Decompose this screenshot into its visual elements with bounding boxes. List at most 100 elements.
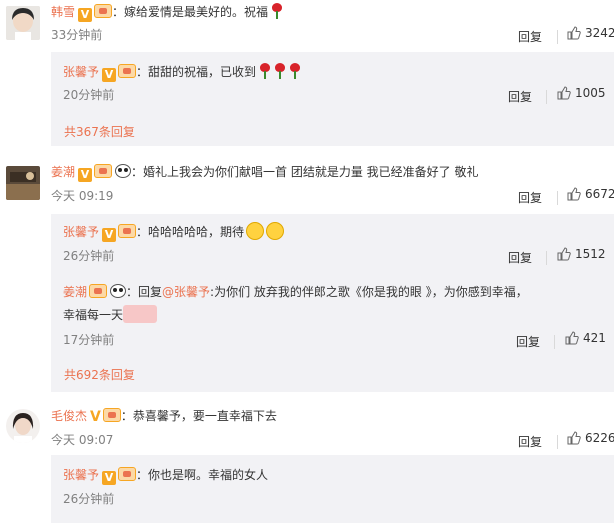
- username-link[interactable]: 姜潮: [51, 165, 75, 179]
- subreply-text: ：哈哈哈哈哈，期待: [136, 225, 245, 239]
- verified-v-icon: V: [78, 168, 93, 182]
- reply-button[interactable]: 回复: [516, 333, 540, 350]
- divider: [554, 335, 555, 349]
- more-replies-link[interactable]: 共367条回复: [64, 123, 135, 140]
- member-crown-icon: [118, 467, 137, 481]
- like-count: 6672: [585, 187, 614, 201]
- comment-text: ：婚礼上我会为你们献唱一首 团结就是力量 我已经准备好了 敬礼: [131, 165, 479, 179]
- like-button[interactable]: 3242: [567, 26, 614, 40]
- subreply-time: 26分钟前: [63, 249, 115, 263]
- verified-v-icon: V: [102, 471, 117, 485]
- like-button[interactable]: 1005: [557, 86, 606, 100]
- panda-icon: [110, 284, 127, 298]
- like-button[interactable]: 6672: [567, 187, 614, 201]
- member-crown-icon: [118, 224, 137, 238]
- divider: [546, 251, 547, 265]
- subreply-text-continued: 幸福每一天: [63, 308, 124, 322]
- subreply-box: 张馨予 V ：甜甜的祝福，已收到 20分钟前 回复 1005 共367条回复: [51, 52, 614, 146]
- subreply-text-line: 张馨予 V ：甜甜的祝福，已收到: [63, 62, 301, 82]
- comment-item: 毛俊杰 V ：恭喜馨予，要一直幸福下去 今天 09:07 回复 6226 张馨予 V：…: [0, 405, 614, 523]
- rose-emoji-icon: [259, 63, 271, 79]
- smile-emoji-icon: [246, 222, 265, 240]
- subreply-text-line: 张馨予 V ：你也是啊。幸福的女人: [63, 465, 268, 485]
- avatar-image: [6, 409, 40, 443]
- member-crown-icon: [94, 4, 113, 18]
- subreply-text: :为你们 放弃我的伴郎之歌《你是我的眼 》，为你感到幸福，: [210, 285, 528, 299]
- reply-button[interactable]: 回复: [508, 88, 532, 105]
- thumbs-up-icon: [567, 187, 581, 201]
- divider: [557, 30, 558, 44]
- reply-button[interactable]: 回复: [518, 28, 542, 45]
- subreply-prefix: ：回复: [126, 285, 163, 299]
- like-count: 1005: [575, 86, 606, 100]
- comment-text: ：恭喜馨予，要一直幸福下去: [120, 409, 277, 423]
- like-button[interactable]: 421: [565, 331, 606, 345]
- member-crown-icon: [118, 64, 137, 78]
- avatar[interactable]: [6, 409, 40, 443]
- comment-item: 韩雪 V ：嫁给爱情是最美好的。祝福 33分钟前 回复 3242 张馨予 V ：甜甜的祝…: [0, 0, 614, 150]
- like-button[interactable]: 1512: [557, 247, 606, 261]
- subreply-text: ：甜甜的祝福，已收到: [136, 65, 257, 79]
- subreply-text-line: 张馨予 V ：哈哈哈哈哈，期待: [63, 222, 285, 242]
- subreply-time: 20分钟前: [63, 88, 115, 102]
- subreply-time: 26分钟前: [63, 492, 115, 506]
- username-link[interactable]: 姜潮: [63, 285, 87, 299]
- comment-time: 今天 09:19: [51, 189, 114, 203]
- username-link[interactable]: 毛俊杰: [51, 409, 87, 423]
- avatar-image: [6, 166, 40, 200]
- comment-item: 姜潮 V ：婚礼上我会为你们献唱一首 团结就是力量 我已经准备好了 敬礼 今天 09…: [0, 160, 614, 396]
- more-replies-link[interactable]: 共692条回复: [64, 366, 135, 383]
- like-count: 1512: [575, 247, 606, 261]
- rose-emoji-icon: [289, 63, 301, 79]
- member-crown-icon: [89, 284, 108, 298]
- reply-button[interactable]: 回复: [518, 189, 542, 206]
- like-button[interactable]: 6226: [567, 431, 614, 445]
- reply-button[interactable]: 回复: [508, 249, 532, 266]
- thumbs-up-icon: [567, 431, 581, 445]
- avatar-image: [6, 6, 40, 40]
- thumbs-up-icon: [557, 86, 571, 100]
- rose-emoji-icon: [274, 63, 286, 79]
- subreply-item: 张馨予 V ：哈哈哈哈哈，期待 26分钟前 回复 1512: [51, 214, 614, 272]
- divider: [557, 435, 558, 449]
- verified-v-icon: V: [78, 8, 93, 22]
- member-crown-icon: [102, 408, 121, 422]
- panda-icon: [115, 164, 132, 178]
- avatar[interactable]: [6, 166, 40, 200]
- reply-button[interactable]: 回复: [518, 433, 542, 450]
- divider: [546, 90, 547, 104]
- username-link[interactable]: 韩雪: [51, 5, 75, 19]
- username-link[interactable]: 张馨予: [63, 468, 99, 482]
- subreply-item: 张馨予 V ：甜甜的祝福，已收到 20分钟前 回复 1005: [51, 52, 614, 112]
- subreply-box: 张馨予 V ：你也是啊。幸福的女人 26分钟前: [51, 455, 614, 523]
- thumbs-up-icon: [567, 26, 581, 40]
- comment-time: 33分钟前: [51, 28, 103, 42]
- like-count: 421: [583, 331, 606, 345]
- verified-v-icon: V: [102, 228, 117, 242]
- username-link[interactable]: 张馨予: [63, 225, 99, 239]
- rose-emoji-icon: [271, 3, 283, 19]
- username-link[interactable]: 张馨予: [63, 65, 99, 79]
- mention-link[interactable]: @张馨予: [162, 285, 210, 299]
- verified-v-icon: V: [102, 68, 117, 82]
- comment-time: 今天 09:07: [51, 433, 114, 447]
- comment-text-line: 姜潮 V ：婚礼上我会为你们献唱一首 团结就是力量 我已经准备好了 敬礼: [51, 162, 478, 182]
- subreply-text-line: 姜潮 ：回复@张馨予:为你们 放弃我的伴郎之歌《你是我的眼 》，为你感到幸福，: [63, 282, 528, 302]
- subreply-box: 张馨予 V ：哈哈哈哈哈，期待 26分钟前 回复 1512 姜潮 ：回复@张馨予:为你…: [51, 214, 614, 392]
- subreply-item: 姜潮 ：回复@张馨予:为你们 放弃我的伴郎之歌《你是我的眼 》，为你感到幸福， 幸…: [51, 276, 614, 360]
- subreply-item: 张馨予 V ：你也是啊。幸福的女人 26分钟前: [51, 455, 614, 523]
- subreply-time: 17分钟前: [63, 333, 115, 347]
- divider: [557, 191, 558, 205]
- comment-text-line: 韩雪 V ：嫁给爱情是最美好的。祝福: [51, 2, 283, 22]
- avatar[interactable]: [6, 6, 40, 40]
- subreply-text-line-2: 幸福每一天: [63, 305, 158, 325]
- thumbs-up-icon: [565, 331, 579, 345]
- subreply-text: ：你也是啊。幸福的女人: [136, 468, 269, 482]
- couple-emoji-icon: [123, 305, 158, 323]
- laugh-emoji-icon: [266, 222, 285, 240]
- comment-text: ：嫁给爱情是最美好的。祝福: [112, 5, 269, 19]
- comment-text-line: 毛俊杰 V ：恭喜馨予，要一直幸福下去: [51, 406, 277, 426]
- thumbs-up-icon: [557, 247, 571, 261]
- verified-v-icon: V: [90, 409, 101, 425]
- like-count: 6226: [585, 431, 614, 445]
